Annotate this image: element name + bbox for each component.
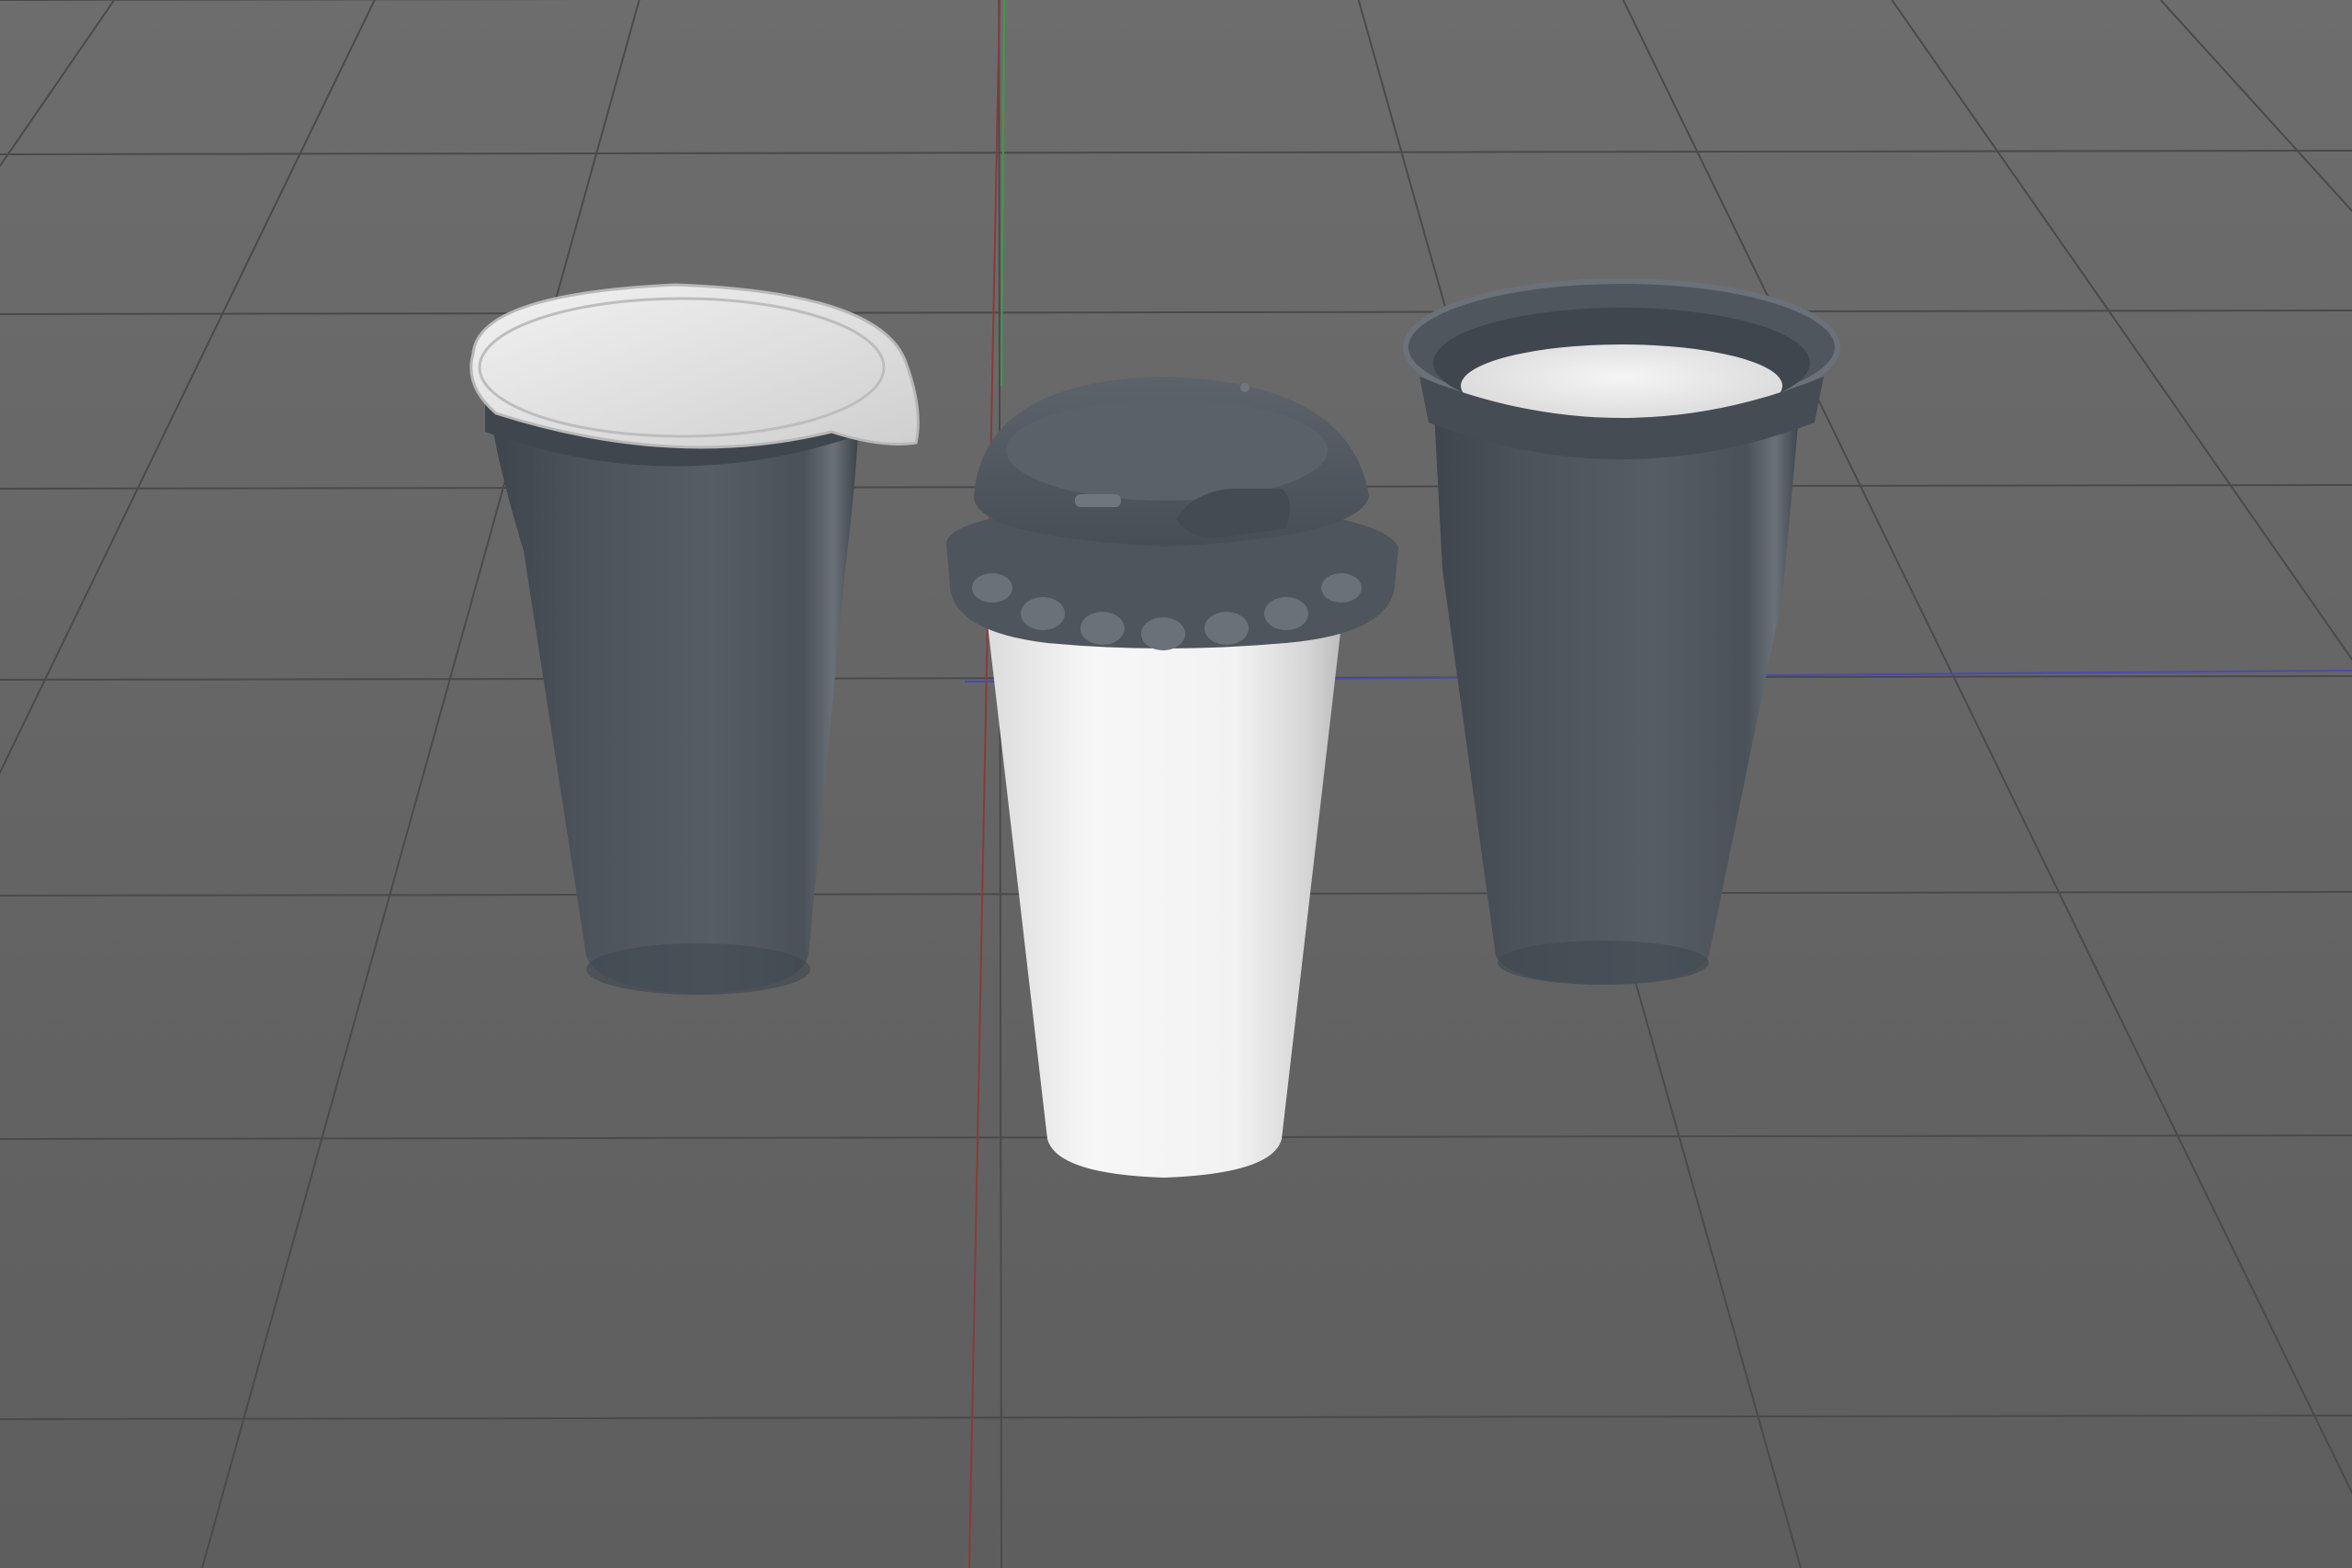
- foil-lid: [469, 283, 920, 449]
- grid-line-v: [1891, 0, 2352, 661]
- open-cup-base: [1498, 941, 1709, 985]
- axis-x-line: [968, 0, 1001, 1568]
- viewport-scene[interactable]: [0, 0, 2352, 1568]
- sealed-cup[interactable]: [469, 283, 920, 995]
- open-cup-body: [1433, 395, 1801, 985]
- coffee-lid-dome: [1006, 400, 1328, 501]
- axis-y-line: [1001, 0, 1005, 387]
- coffee-lid-vent: [1075, 494, 1121, 507]
- sealed-cup-base: [586, 943, 810, 995]
- coffee-cup-body: [988, 625, 1341, 1178]
- grid-line-h: [0, 1415, 2352, 1420]
- grid-line-v: [0, 0, 376, 775]
- grid-line-v: [998, 0, 1002, 1568]
- coffee-lid-pin: [1240, 383, 1250, 392]
- grid-line-h: [0, 310, 2352, 315]
- sealed-cup-body: [492, 418, 859, 994]
- grid-line-v: [2160, 0, 2352, 213]
- coffee-cup-with-lid[interactable]: [946, 377, 1398, 1178]
- grid-line-v: [0, 0, 116, 168]
- open-cup[interactable]: [1403, 278, 1840, 985]
- 3d-viewport[interactable]: [0, 0, 2352, 1568]
